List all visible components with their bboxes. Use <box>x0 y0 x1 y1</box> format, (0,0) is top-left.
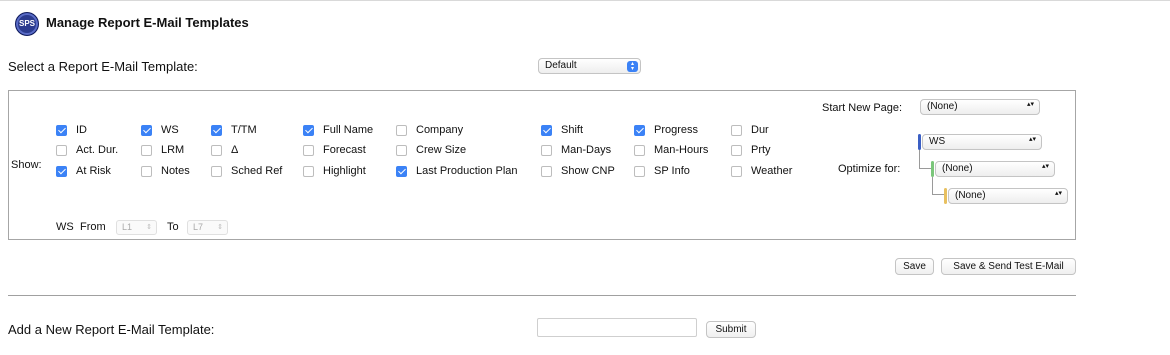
checkbox-label: SP Info <box>654 165 690 177</box>
checkbox-label: ID <box>76 124 87 136</box>
level-1-marker <box>918 134 921 150</box>
checkbox-man-days[interactable] <box>541 145 552 156</box>
page-title: Manage Report E-Mail Templates <box>46 15 249 30</box>
checkbox-prty[interactable] <box>731 145 742 156</box>
from-label: From <box>80 221 106 233</box>
checkbox-label: Company <box>416 124 464 136</box>
checkbox-label: Man-Hours <box>654 144 709 156</box>
checkbox-label: Prty <box>751 144 771 156</box>
new-template-name-input[interactable] <box>537 318 697 337</box>
to-label: To <box>167 221 179 233</box>
checkbox-label: Shift <box>561 124 584 136</box>
checkbox-sp-info[interactable] <box>634 166 645 177</box>
checkbox-label: Show CNP <box>561 165 615 177</box>
checkbox-act-dur[interactable] <box>56 145 67 156</box>
checkbox-label: Crew Size <box>416 144 467 156</box>
optimize-label: Optimize for: <box>838 163 901 175</box>
ws-from-select[interactable]: L1 ⇕ <box>116 220 157 235</box>
chevron-updown-icon: ▴▾ <box>1054 190 1062 197</box>
ws-to-select[interactable]: L7 ⇕ <box>187 220 228 235</box>
sps-logo: SPS <box>15 12 39 36</box>
template-select-label: Select a Report E-Mail Template: <box>8 59 198 74</box>
optimize-level-1-value: WS <box>929 136 946 147</box>
template-select-value: Default <box>545 60 577 71</box>
checkbox-label: Progress <box>654 124 699 136</box>
chevron-updown-icon: ⇕ <box>217 224 223 231</box>
start-new-page-label: Start New Page: <box>822 102 903 114</box>
checkbox-at-risk[interactable] <box>56 166 67 177</box>
save-send-test-email-button[interactable]: Save & Send Test E-Mail <box>941 258 1076 275</box>
checkbox-progress[interactable] <box>634 125 645 136</box>
checkbox-forecast[interactable] <box>303 145 314 156</box>
checkbox-lrm[interactable] <box>141 145 152 156</box>
tree-connector <box>932 177 944 195</box>
checkbox-last-production-plan[interactable] <box>396 166 407 177</box>
select-arrows-icon: ▴ ▾ <box>627 61 638 72</box>
ws-label: WS <box>56 221 74 233</box>
checkbox-label: Act. Dur. <box>76 144 119 156</box>
checkbox-shift[interactable] <box>541 125 552 136</box>
start-new-page-select[interactable]: (None) ▴▾ <box>920 99 1040 115</box>
checkbox-company[interactable] <box>396 125 407 136</box>
checkbox-delta[interactable] <box>211 145 222 156</box>
checkbox-label: Full Name <box>323 124 374 136</box>
tree-connector <box>919 150 931 169</box>
save-button[interactable]: Save <box>895 258 934 275</box>
checkbox-label: Weather <box>751 165 793 177</box>
checkbox-man-hours[interactable] <box>634 145 645 156</box>
checkbox-ws[interactable] <box>141 125 152 136</box>
start-new-page-value: (None) <box>927 101 958 112</box>
checkbox-show-cnp[interactable] <box>541 166 552 177</box>
checkbox-label: LRM <box>161 144 185 156</box>
checkbox-label: Last Production Plan <box>416 165 518 177</box>
checkbox-label: Δ <box>231 144 239 156</box>
chevron-updown-icon: ⇕ <box>146 224 152 231</box>
checkbox-t-tm[interactable] <box>211 125 222 136</box>
checkbox-label: WS <box>161 124 179 136</box>
chevron-updown-icon: ▴▾ <box>1026 101 1034 108</box>
checkbox-label: Highlight <box>323 165 366 177</box>
ws-to-value: L7 <box>193 222 204 232</box>
chevron-updown-icon: ▴▾ <box>1028 136 1036 143</box>
submit-button[interactable]: Submit <box>706 321 756 338</box>
optimize-level-3-select[interactable]: (None) ▴▾ <box>948 188 1068 204</box>
template-select[interactable]: Default ▴ ▾ <box>538 58 641 74</box>
checkbox-dur[interactable] <box>731 125 742 136</box>
checkbox-notes[interactable] <box>141 166 152 177</box>
checkbox-label: Notes <box>161 165 190 177</box>
checkbox-label: T/TM <box>231 124 257 136</box>
checkbox-weather[interactable] <box>731 166 742 177</box>
checkbox-id[interactable] <box>56 125 67 136</box>
optimize-level-2-select[interactable]: (None) ▴▾ <box>935 161 1055 177</box>
checkbox-sched-ref[interactable] <box>211 166 222 177</box>
checkbox-label: Man-Days <box>561 144 612 156</box>
checkbox-highlight[interactable] <box>303 166 314 177</box>
optimize-level-3-value: (None) <box>955 190 986 201</box>
checkbox-full-name[interactable] <box>303 125 314 136</box>
optimize-level-1-select[interactable]: WS ▴▾ <box>922 134 1042 150</box>
show-label: Show: <box>11 159 42 171</box>
checkbox-label: Sched Ref <box>231 165 283 177</box>
chevron-updown-icon: ▴▾ <box>1041 163 1049 170</box>
checkbox-label: Dur <box>751 124 769 136</box>
new-template-label: Add a New Report E-Mail Template: <box>8 322 215 337</box>
checkbox-label: At Risk <box>76 165 111 177</box>
section-divider <box>8 295 1076 296</box>
ws-from-value: L1 <box>122 222 133 232</box>
checkbox-crew-size[interactable] <box>396 145 407 156</box>
optimize-level-2-value: (None) <box>942 163 973 174</box>
level-2-marker <box>931 161 934 177</box>
level-3-marker <box>944 188 947 204</box>
checkbox-label: Forecast <box>323 144 366 156</box>
top-divider <box>0 0 1170 1</box>
